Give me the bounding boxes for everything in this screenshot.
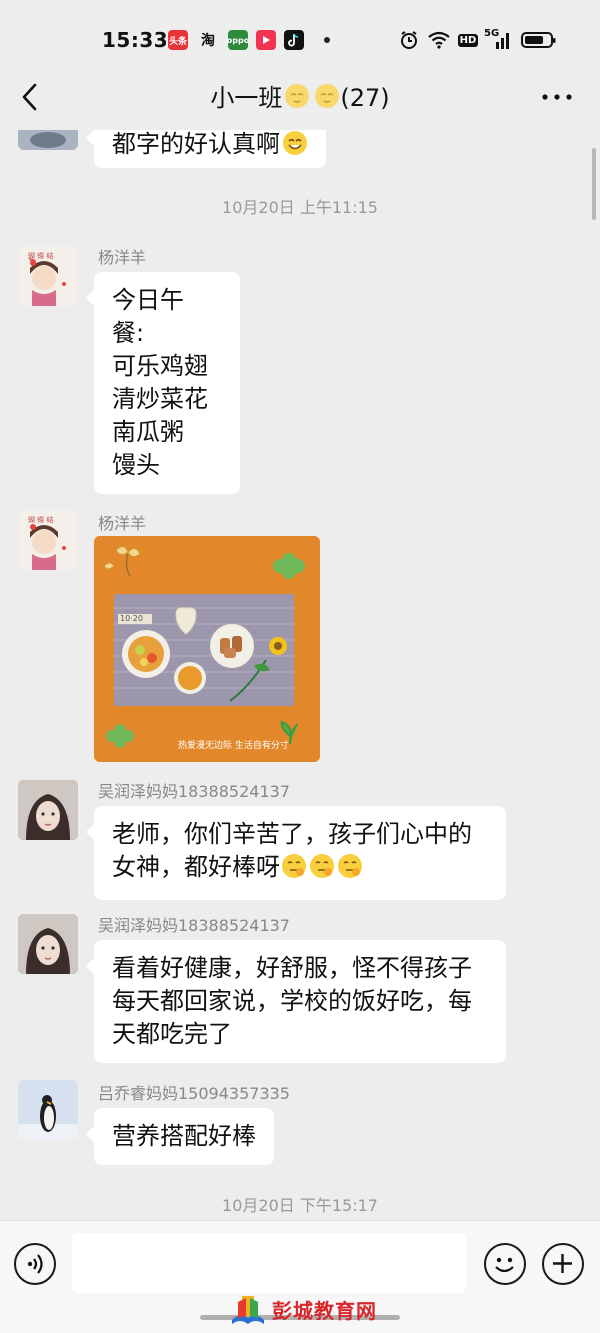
lunch-photo[interactable]: 10·20 热爱漫无边际 生活自有分寸	[94, 536, 320, 762]
tiktok-icon	[284, 30, 304, 50]
svg-text:蝴 蝶 结: 蝴 蝶 结	[28, 515, 53, 524]
chat-header: 小一班 (27)	[0, 64, 600, 130]
watermark: 彭城教育网	[230, 1291, 377, 1327]
plus-icon	[553, 1254, 572, 1273]
avatar[interactable]	[18, 914, 78, 974]
input-bar: 彭城教育网	[0, 1220, 600, 1333]
message-line: 每天都回家说，学校的饭好吃，每	[112, 987, 472, 1015]
battery-icon	[520, 30, 558, 50]
message-line: 餐:	[112, 319, 145, 347]
avatar[interactable]: 蝴 蝶 结	[18, 510, 78, 570]
message-line: 看着好健康，好舒服，怪不得孩子	[112, 954, 472, 982]
signal-label: 5G	[484, 28, 500, 39]
message-line: 清炒菜花	[112, 385, 208, 413]
more-icon	[542, 94, 572, 100]
alarm-icon	[398, 30, 420, 50]
emoji-icon	[284, 83, 310, 117]
message-line: 可乐鸡翅	[112, 352, 208, 380]
watermark-text: 彭城教育网	[272, 1298, 377, 1323]
hd-icon: HD	[457, 30, 479, 50]
avatar[interactable]	[18, 780, 78, 840]
more-functions-button[interactable]	[542, 1243, 584, 1285]
photo-tag: 10·20	[120, 614, 143, 623]
thinking-emoji-icon	[281, 853, 307, 888]
message-line: 营养搭配好棒	[112, 1122, 256, 1150]
wifi-icon	[426, 30, 452, 50]
emoji-icon	[314, 83, 340, 117]
toutiao-icon: 头条	[168, 30, 188, 50]
sender-name: 吕乔睿妈妈15094357335	[98, 1084, 290, 1103]
smiley-icon	[495, 1257, 514, 1273]
chat-title: 小一班 (27)	[0, 82, 600, 114]
sender-name: 吴润泽妈妈18388524137	[98, 916, 290, 935]
avatar[interactable]	[18, 130, 78, 150]
member-count: (27)	[340, 84, 390, 112]
message-bubble[interactable]: 看着好健康，好舒服，怪不得孩子 每天都回家说，学校的饭好吃，每 天都吃完了	[86, 940, 506, 1063]
avatar[interactable]	[18, 1080, 78, 1140]
voice-button[interactable]	[14, 1243, 56, 1285]
photo-caption: 热爱漫无边际 生活自有分寸	[178, 741, 289, 751]
watermark-logo-icon	[232, 1296, 264, 1324]
message-line: 老师，你们辛苦了，孩子们心中的	[112, 820, 472, 848]
message-bubble[interactable]: 今日午 餐: 可乐鸡翅 清炒菜花 南瓜粥 馒头	[86, 272, 240, 494]
chat-title-text: 小一班	[210, 84, 283, 112]
message-line: 天都吃完了	[112, 1020, 232, 1048]
oppo-icon: oppo	[227, 30, 249, 50]
avatar[interactable]: 蝴 蝶 结	[18, 246, 78, 306]
status-time: 15:33	[102, 28, 169, 52]
message-bubble[interactable]: 都字的好认真啊	[86, 130, 326, 168]
message-line: 南瓜粥	[112, 418, 184, 446]
sender-name: 杨洋羊	[98, 514, 147, 533]
svg-text:蝴 蝶 结: 蝴 蝶 结	[28, 251, 53, 260]
timestamp: 10月20日 下午15:17	[222, 1196, 378, 1215]
message-bubble[interactable]: 营养搭配好棒	[86, 1108, 274, 1165]
signal-icon: 5G	[484, 28, 512, 50]
smile-emoji-icon	[282, 130, 308, 165]
emoji-button[interactable]	[484, 1243, 526, 1285]
timestamp: 10月20日 上午11:15	[222, 198, 378, 217]
message-line: 女神，都好棒呀	[112, 853, 280, 881]
sender-name: 吴润泽妈妈18388524137	[98, 782, 290, 801]
message-list[interactable]: 都字的好认真啊 10月20日 上午11:15 蝴 蝶 结 杨洋羊 今日午 餐: …	[0, 130, 600, 1220]
message-line: 馒头	[112, 451, 160, 479]
message-input[interactable]	[72, 1233, 466, 1293]
message-bubble[interactable]: 老师，你们辛苦了，孩子们心中的 女神，都好棒呀	[86, 806, 506, 900]
taobao-icon: 淘	[201, 33, 215, 49]
voice-icon	[27, 1254, 43, 1274]
more-button[interactable]	[540, 82, 574, 112]
hd-label: HD	[457, 33, 479, 47]
sender-name: 杨洋羊	[98, 248, 147, 267]
message-line: 今日午	[112, 286, 184, 314]
thinking-emoji-icon	[309, 853, 335, 888]
dot-icon	[322, 30, 332, 50]
thinking-emoji-icon	[337, 853, 363, 888]
message-text: 都字的好认真啊	[112, 130, 280, 158]
video-icon	[256, 30, 276, 50]
lunch-image	[94, 536, 320, 762]
